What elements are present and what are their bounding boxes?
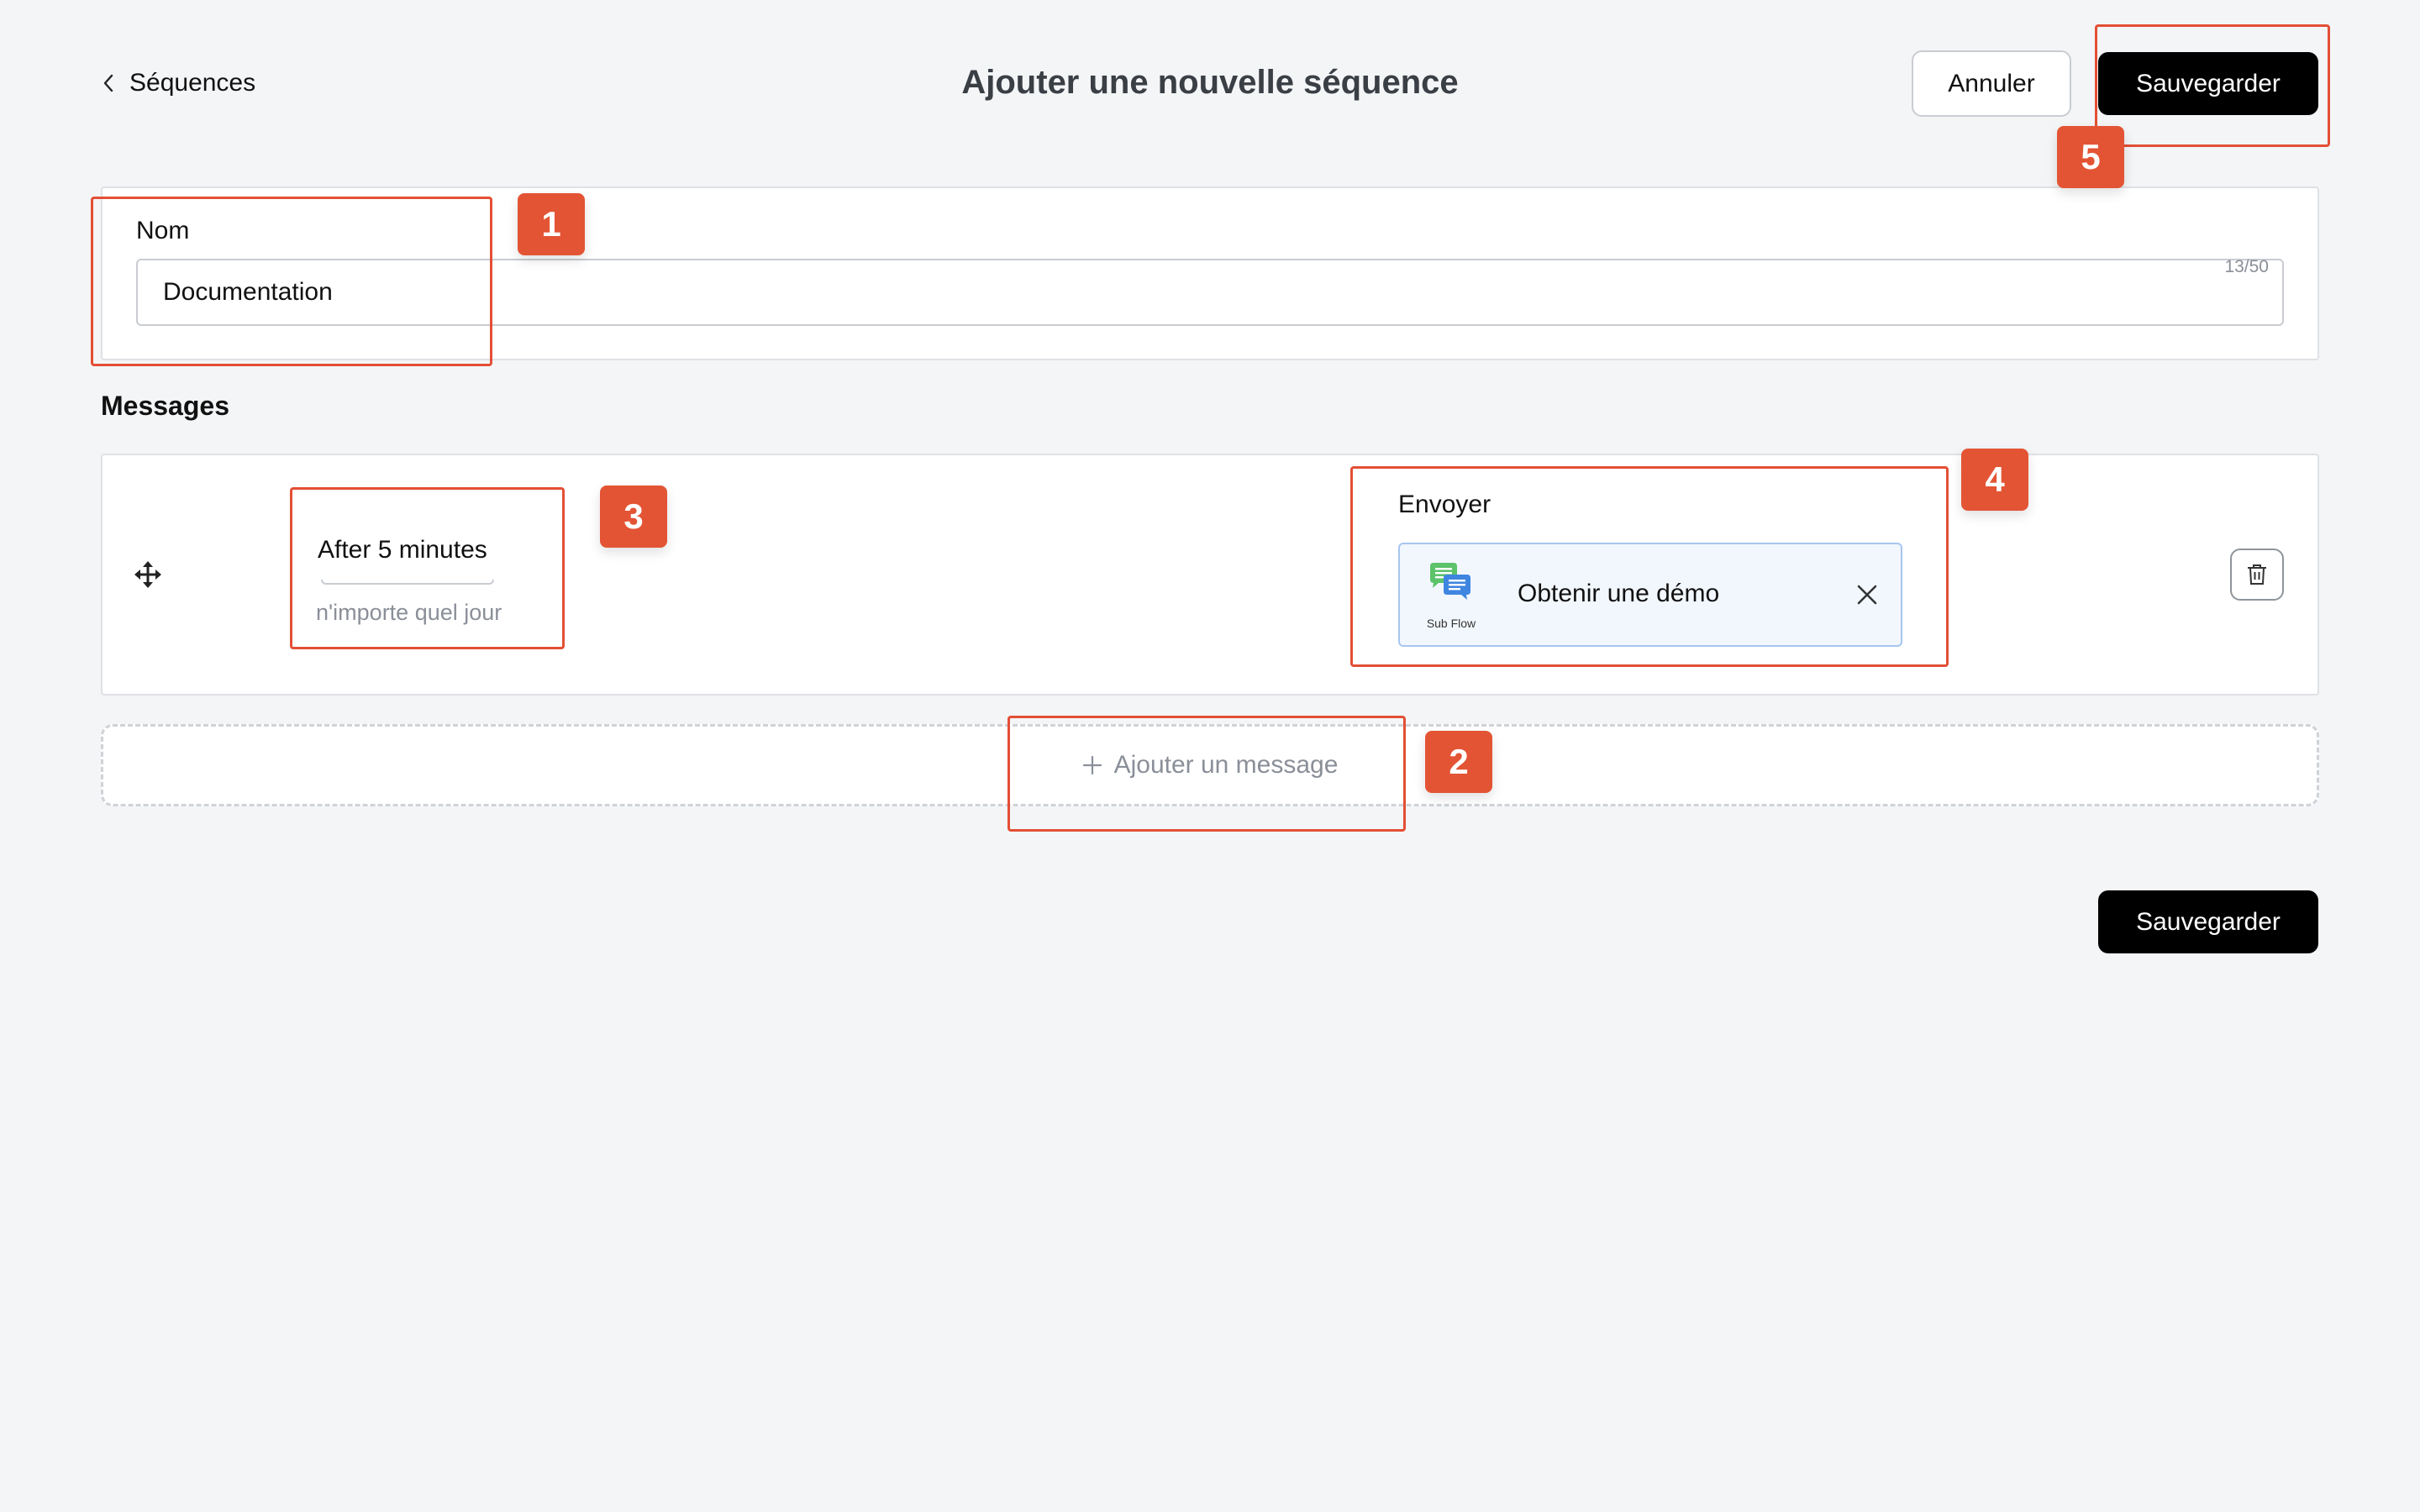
plus-icon [1082, 755, 1102, 775]
back-link-sequences[interactable]: Séquences [103, 64, 255, 102]
delete-message-button[interactable] [2230, 549, 2284, 601]
annotation-badge-1: 1 [518, 193, 585, 255]
messages-section-title: Messages [101, 391, 229, 421]
drag-move-icon[interactable] [133, 559, 163, 590]
back-link-label: Séquences [129, 69, 256, 97]
name-field-label: Nom [136, 217, 190, 244]
save-button-top[interactable]: Sauvegarder [2098, 52, 2318, 115]
annotation-badge-4: 4 [1961, 449, 2028, 511]
save-button-bottom[interactable]: Sauvegarder [2098, 890, 2318, 953]
message-day-selector[interactable]: n'importe quel jour [316, 600, 502, 626]
flow-name: Obtenir une démo [1518, 580, 1720, 607]
trash-icon [2248, 564, 2266, 585]
annotation-badge-3: 3 [600, 486, 667, 548]
name-input[interactable] [136, 259, 2284, 326]
cancel-button[interactable]: Annuler [1912, 50, 2071, 117]
annotation-badge-5: 5 [2057, 126, 2124, 188]
close-icon[interactable] [1854, 581, 1881, 608]
message-delay-selector[interactable]: After 5 minutes [318, 536, 487, 564]
annotation-badge-2: 2 [1425, 731, 1492, 793]
delay-underline [321, 580, 494, 585]
flow-type-label: Sub Flow [1426, 617, 1476, 630]
chat-bubbles-icon [1430, 563, 1470, 600]
add-message-label: Ajouter un message [1113, 751, 1339, 779]
name-char-count: 13/50 [2224, 257, 2269, 276]
chevron-left-icon [103, 74, 113, 92]
add-message-button[interactable]: Ajouter un message [101, 724, 2319, 806]
send-label: Envoyer [1398, 491, 1491, 518]
